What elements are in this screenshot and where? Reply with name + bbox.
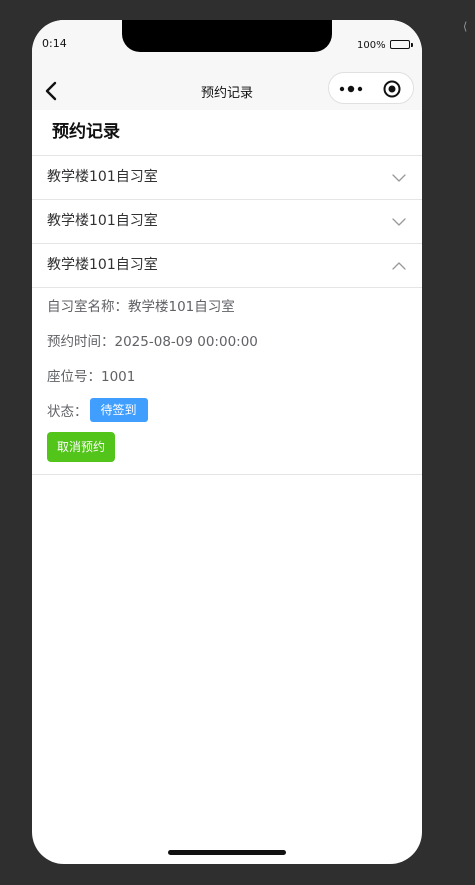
more-dots-icon[interactable] bbox=[339, 79, 365, 99]
status-label: 状态： bbox=[47, 404, 88, 420]
status-time: 0:14 bbox=[42, 37, 67, 50]
chevron-down-icon bbox=[392, 174, 406, 182]
close-target-icon[interactable] bbox=[382, 79, 402, 99]
phone-frame: 0:14 100% 预约记录 预约记录 教学楼101自习室 教学楼101自习室 … bbox=[32, 20, 422, 864]
status-badge: 待签到 bbox=[89, 398, 148, 422]
mini-program-capsule bbox=[328, 72, 414, 104]
chevron-down-icon bbox=[392, 218, 406, 226]
record-item-2[interactable]: 教学楼101自习室 bbox=[32, 200, 422, 244]
room-name-value: 教学楼101自习室 bbox=[128, 299, 235, 315]
record-item-3[interactable]: 教学楼101自习室 bbox=[32, 244, 422, 288]
record-detail: 自习室名称：教学楼101自习室 预约时间：2025-08-09 00:00:00… bbox=[32, 288, 422, 475]
room-name-label: 自习室名称： bbox=[47, 299, 128, 315]
detail-reservation-time: 预约时间：2025-08-09 00:00:00 bbox=[47, 333, 407, 351]
page-content: 预约记录 教学楼101自习室 教学楼101自习室 教学楼101自习室 自习室名称… bbox=[32, 110, 422, 475]
record-title: 教学楼101自习室 bbox=[47, 213, 158, 229]
battery-percent: 100% bbox=[357, 40, 386, 51]
record-title: 教学楼101自习室 bbox=[47, 257, 158, 273]
time-label: 预约时间： bbox=[47, 334, 115, 350]
detail-seat-number: 座位号：1001 bbox=[47, 368, 407, 386]
window-edge-glyph: ⟨ bbox=[463, 20, 468, 33]
seat-value: 1001 bbox=[101, 369, 136, 385]
home-indicator bbox=[168, 850, 286, 855]
chevron-up-icon bbox=[392, 262, 406, 270]
cancel-reservation-button[interactable]: 取消预约 bbox=[47, 432, 116, 462]
detail-status: 状态： 待签到 bbox=[47, 398, 407, 422]
device-notch bbox=[122, 20, 332, 52]
record-title: 教学楼101自习室 bbox=[47, 169, 158, 185]
page-title: 预约记录 bbox=[32, 110, 422, 156]
detail-room-name: 自习室名称：教学楼101自习室 bbox=[47, 298, 407, 316]
navigation-bar: 预约记录 bbox=[32, 72, 422, 110]
time-value: 2025-08-09 00:00:00 bbox=[114, 334, 258, 350]
battery-icon bbox=[390, 40, 413, 49]
seat-label: 座位号： bbox=[47, 369, 101, 385]
record-item-1[interactable]: 教学楼101自习室 bbox=[32, 156, 422, 200]
